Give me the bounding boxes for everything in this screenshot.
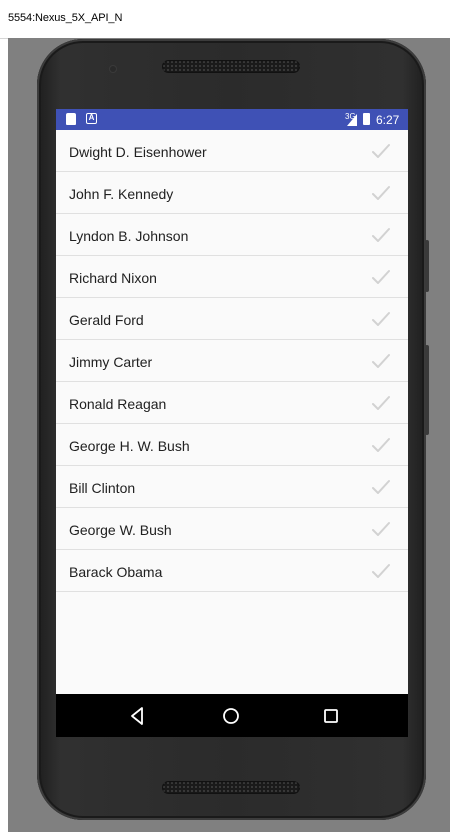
volume-button[interactable]: [425, 345, 429, 435]
sd-card-icon: [66, 113, 76, 125]
check-icon[interactable]: [370, 435, 392, 455]
device-screen: A 3G 6:27 Dwight D. Eisenhower John F. Ke…: [56, 109, 408, 737]
list-item[interactable]: Gerald Ford: [56, 298, 408, 340]
list-item[interactable]: Ronald Reagan: [56, 382, 408, 424]
check-icon[interactable]: [370, 267, 392, 287]
window-titlebar: 5554:Nexus_5X_API_N: [0, 0, 450, 39]
list-item[interactable]: Richard Nixon: [56, 256, 408, 298]
check-icon[interactable]: [370, 141, 392, 161]
list-item[interactable]: Bill Clinton: [56, 466, 408, 508]
list-item-label: Richard Nixon: [69, 270, 157, 286]
status-bar: A 3G 6:27: [56, 109, 408, 130]
list-item-label: John F. Kennedy: [69, 186, 174, 202]
navigation-bar: [56, 694, 408, 737]
check-icon[interactable]: [370, 393, 392, 413]
list-item[interactable]: George H. W. Bush: [56, 424, 408, 466]
back-icon[interactable]: [125, 704, 149, 728]
list-item-label: Gerald Ford: [69, 312, 144, 328]
list-item-label: George H. W. Bush: [69, 438, 190, 454]
check-icon[interactable]: [370, 225, 392, 245]
list-item[interactable]: Dwight D. Eisenhower: [56, 130, 408, 172]
check-icon[interactable]: [370, 561, 392, 581]
battery-icon: [363, 113, 370, 125]
list-item-label: George W. Bush: [69, 522, 172, 538]
list-item-label: Jimmy Carter: [69, 354, 153, 370]
check-icon[interactable]: [370, 519, 392, 539]
status-time: 6:27: [376, 113, 400, 127]
bottom-speaker-grille: [162, 781, 300, 794]
list-item[interactable]: John F. Kennedy: [56, 172, 408, 214]
list-item-label: Barack Obama: [69, 564, 163, 580]
list-item-label: Ronald Reagan: [69, 396, 167, 412]
list-item-label: Bill Clinton: [69, 480, 136, 496]
check-icon[interactable]: [370, 183, 392, 203]
list-item[interactable]: George W. Bush: [56, 508, 408, 550]
recents-icon[interactable]: [319, 704, 343, 728]
list-item[interactable]: Jimmy Carter: [56, 340, 408, 382]
power-button[interactable]: [425, 240, 429, 292]
front-camera: [110, 66, 116, 72]
list-item-label: Dwight D. Eisenhower: [69, 144, 207, 160]
top-speaker-grille: [162, 60, 300, 73]
signal-icon: [347, 114, 357, 126]
check-icon[interactable]: [370, 351, 392, 371]
home-icon[interactable]: [219, 704, 243, 728]
window-title: 5554:Nexus_5X_API_N: [8, 12, 123, 24]
check-icon[interactable]: [370, 309, 392, 329]
presidents-list: Dwight D. Eisenhower John F. Kennedy Lyndo…: [56, 130, 408, 592]
list-item[interactable]: Barack Obama: [56, 550, 408, 592]
check-icon[interactable]: [370, 477, 392, 497]
notification-a-icon: A: [86, 113, 97, 124]
list-item[interactable]: Lyndon B. Johnson: [56, 214, 408, 256]
list-item-label: Lyndon B. Johnson: [69, 228, 189, 244]
